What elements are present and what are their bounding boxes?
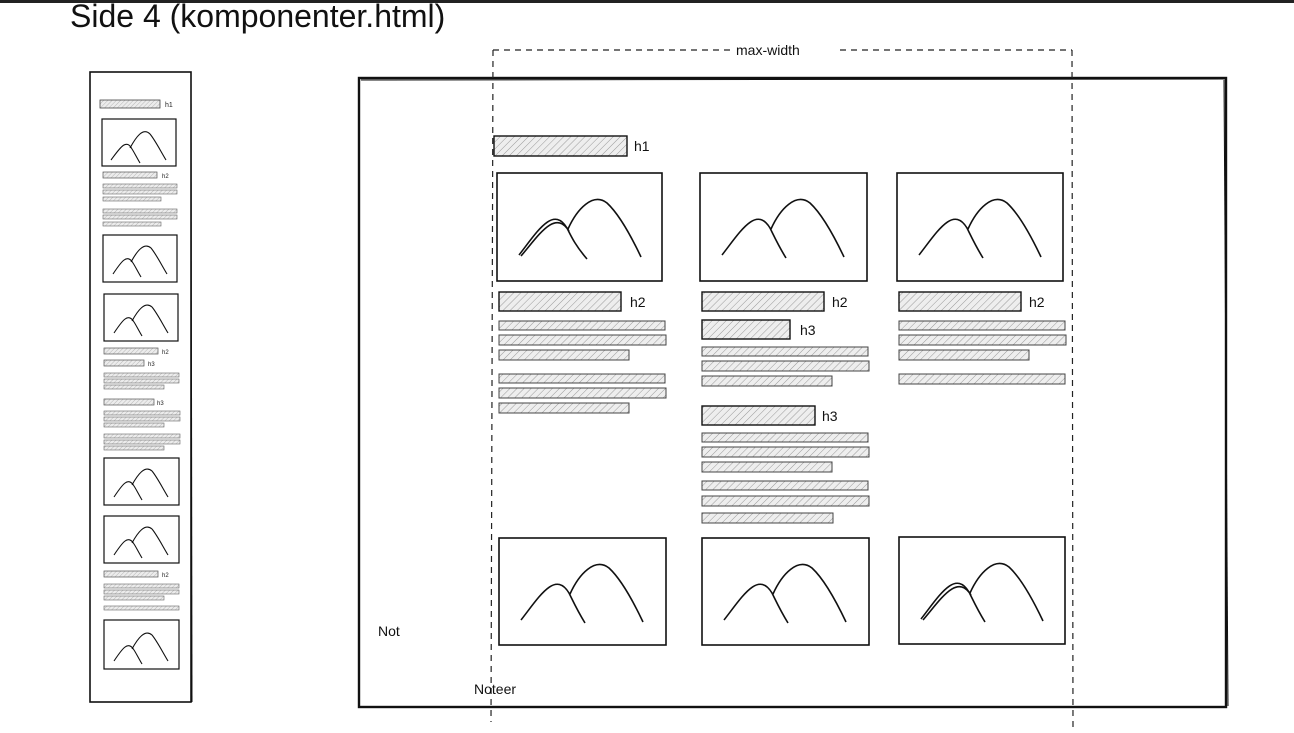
desktop-image-row1-col1 [496,172,663,282]
svg-text:h3: h3 [148,362,155,368]
mobile-image-5 [103,515,180,564]
mobile-wireframe: h1 h2 h2 h3 h3 h2 [89,71,193,703]
desktop-image-row2-col3 [898,536,1066,645]
svg-text:h2: h2 [162,350,169,356]
mobile-image-2 [102,234,178,283]
wireframe-canvas: h1 h2 h2 h3 h3 h2 [89,49,1229,731]
h2-label-col3: h2 [1029,294,1045,310]
h1-label: h1 [634,138,650,154]
note-left: Not [378,623,400,639]
h2-label-col2: h2 [832,294,848,310]
desktop-image-row2-col2 [701,537,870,646]
desktop-image-row2-col1 [498,537,667,646]
svg-text:h3: h3 [157,401,164,407]
h3-label-col2-first: h3 [800,322,816,338]
svg-text:h1: h1 [165,102,173,109]
h3-label-col2-second: h3 [822,408,838,424]
max-width-label: max-width [736,42,800,58]
desktop-image-row1-col3 [896,172,1064,282]
desktop-image-row1-col2 [699,172,868,282]
h2-label-col1: h2 [630,294,646,310]
svg-text:h2: h2 [162,174,169,180]
mobile-image-1 [101,118,177,167]
desktop-wireframe [357,49,1229,731]
mobile-image-4 [103,457,180,506]
svg-text:h2: h2 [162,573,169,579]
note-bottom: Noteer [474,681,517,697]
mobile-image-3 [103,293,179,342]
mobile-image-6 [103,619,180,670]
